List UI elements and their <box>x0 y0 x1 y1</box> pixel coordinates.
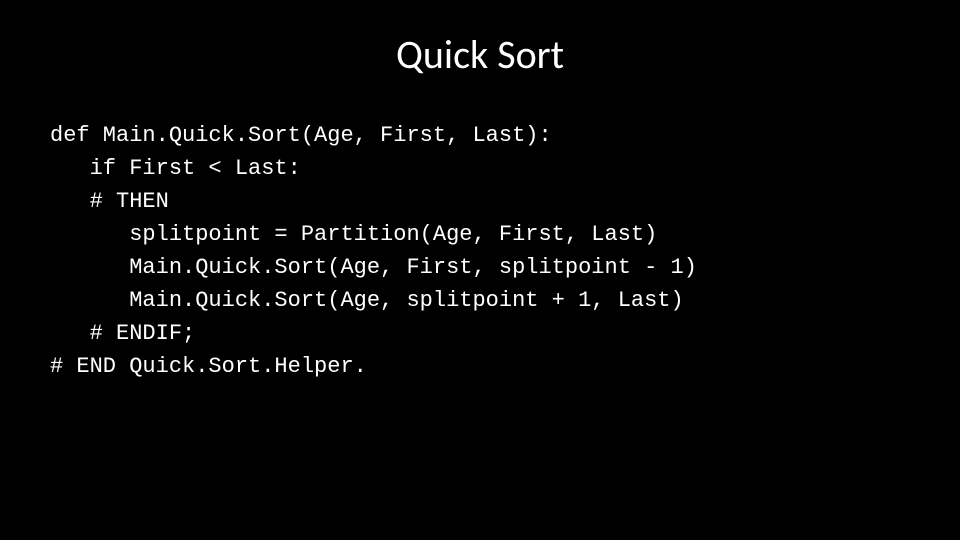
code-line: Main.Quick.Sort(Age, splitpoint + 1, Las… <box>50 288 684 313</box>
slide-title: Quick Sort <box>50 30 910 79</box>
slide: Quick Sort def Main.Quick.Sort(Age, Firs… <box>0 0 960 540</box>
code-line: if First < Last: <box>50 156 301 181</box>
code-line: def Main.Quick.Sort(Age, First, Last): <box>50 123 552 148</box>
code-line: # END Quick.Sort.Helper. <box>50 354 367 379</box>
code-line: Main.Quick.Sort(Age, First, splitpoint -… <box>50 255 697 280</box>
code-line: # ENDIF; <box>50 321 195 346</box>
code-block: def Main.Quick.Sort(Age, First, Last): i… <box>50 119 910 383</box>
code-line: # THEN <box>50 189 169 214</box>
code-line: splitpoint = Partition(Age, First, Last) <box>50 222 657 247</box>
